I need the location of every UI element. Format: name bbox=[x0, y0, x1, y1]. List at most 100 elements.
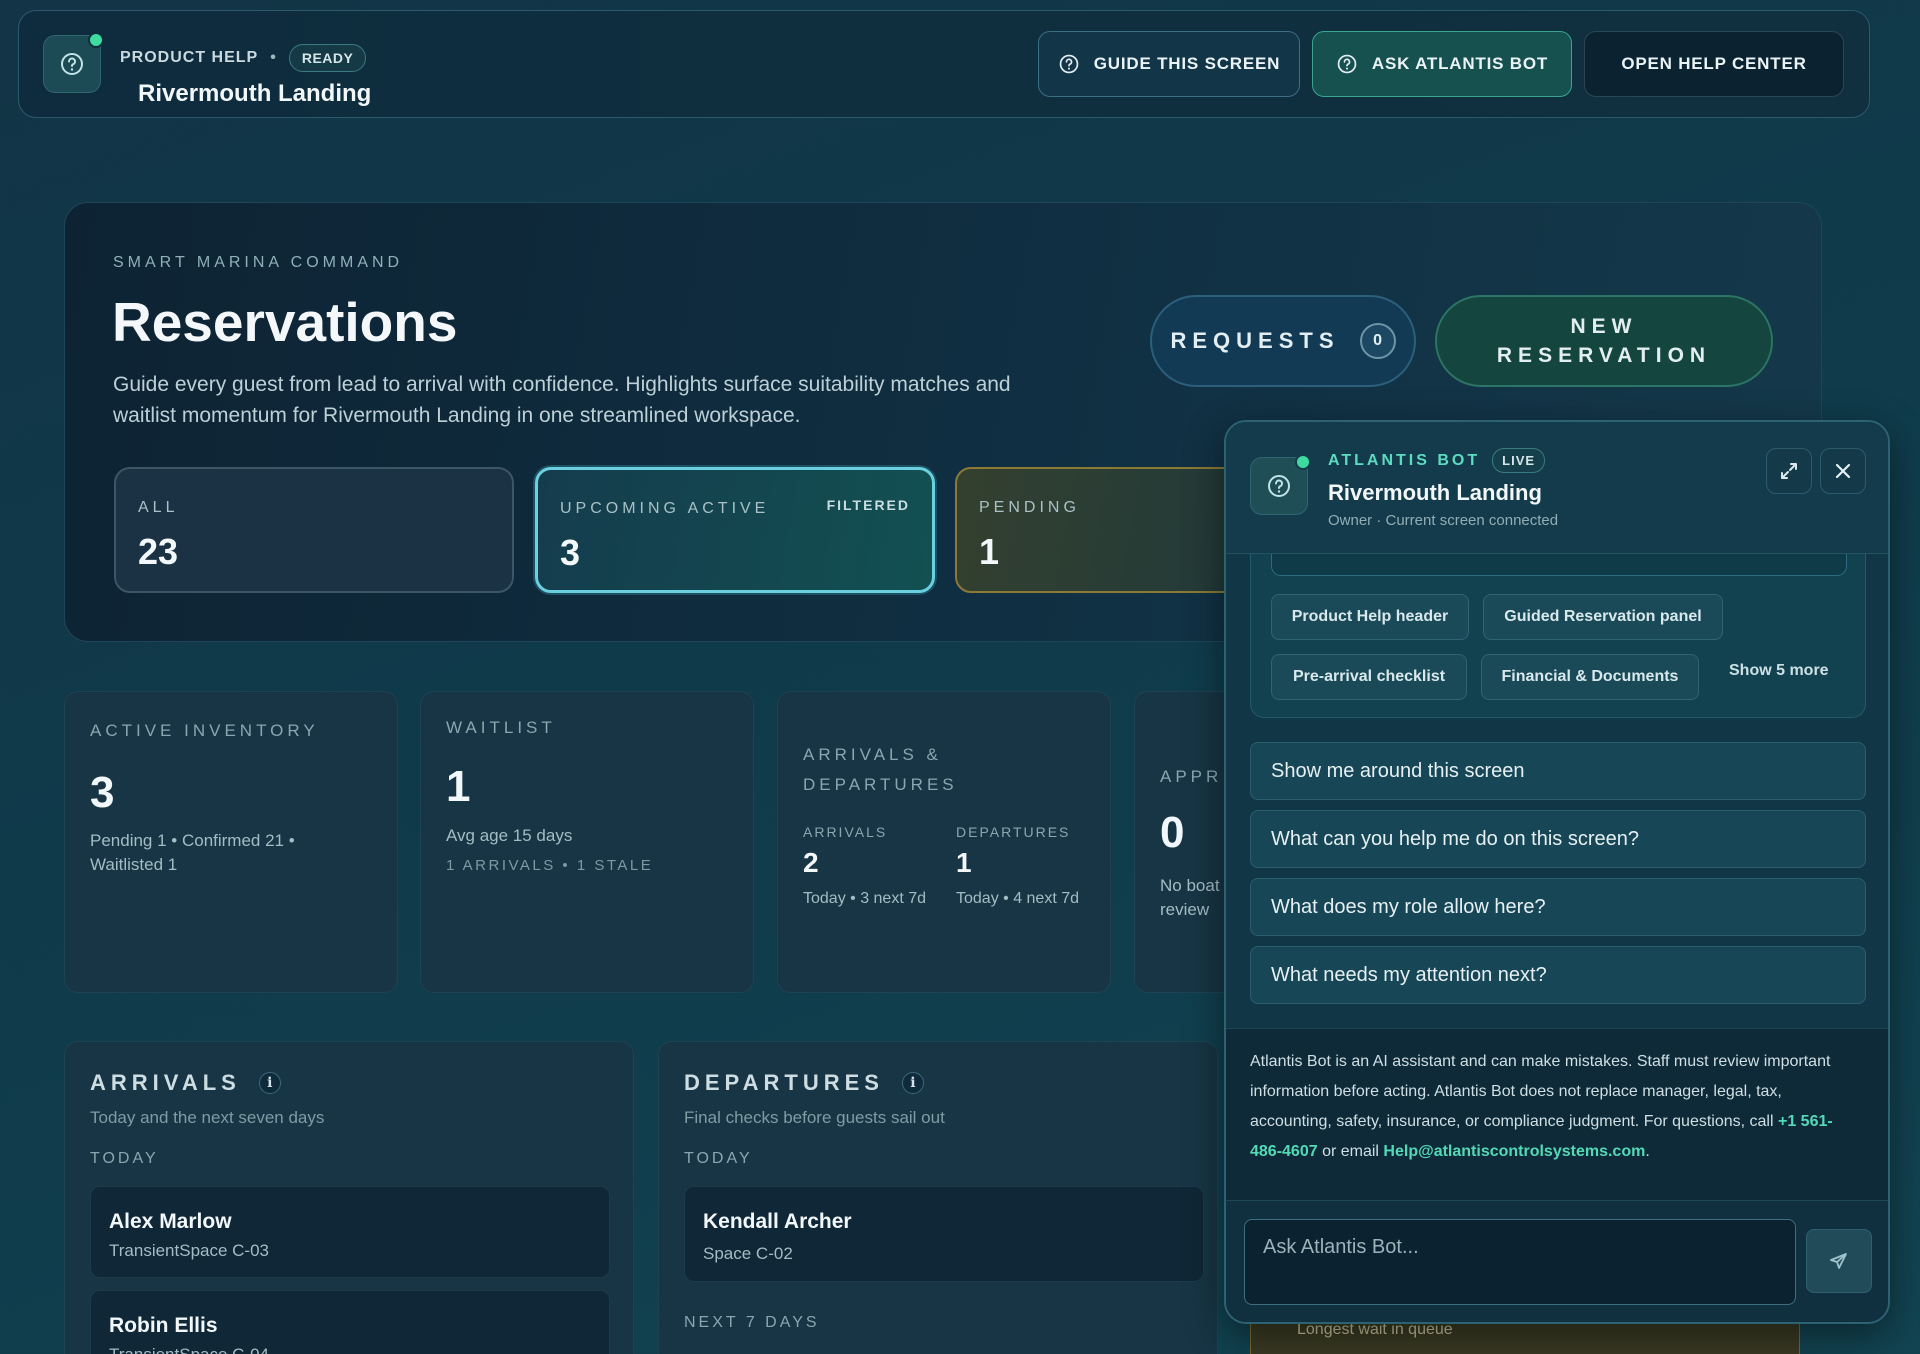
stat-label-line2: DEPARTURES bbox=[803, 775, 958, 794]
context-chip[interactable]: Guided Reservation panel bbox=[1483, 594, 1723, 640]
filter-label: UPCOMING ACTIVE bbox=[560, 500, 770, 517]
online-status-dot bbox=[88, 32, 104, 48]
arrivals-mini-sub: Today • 3 next 7d bbox=[803, 890, 927, 907]
atlantis-bot-panel: ATLANTIS BOT LIVE Rivermouth Landing Own… bbox=[1224, 420, 1890, 1324]
requests-count-badge: 0 bbox=[1359, 323, 1396, 359]
filter-count: 1 bbox=[979, 531, 1000, 572]
requests-button[interactable]: REQUESTS 0 bbox=[1150, 295, 1416, 387]
chat-composer bbox=[1226, 1200, 1888, 1322]
stat-label: WAITLIST bbox=[446, 718, 556, 737]
suggestion-button[interactable]: What can you help me do on this screen? bbox=[1250, 810, 1866, 868]
panel-title: ARRIVALS i bbox=[90, 1070, 281, 1096]
screen-context-panel: Product Help header Guided Reservation p… bbox=[1250, 554, 1866, 718]
new-reservation-label-line2: RESERVATION bbox=[1496, 344, 1712, 367]
stat-label: APPR bbox=[1160, 767, 1223, 786]
close-icon[interactable] bbox=[1820, 448, 1866, 494]
list-item[interactable]: Kendall Archer Space C-02 bbox=[684, 1186, 1204, 1282]
open-help-center-label: OPEN HELP CENTER bbox=[1621, 54, 1807, 73]
filtered-tag: FILTERED bbox=[826, 497, 910, 513]
panel-subtitle: Today and the next seven days bbox=[90, 1108, 325, 1127]
context-chip[interactable]: Financial & Documents bbox=[1481, 654, 1699, 700]
section-label-next-7-days: NEXT 7 DAYS bbox=[684, 1314, 820, 1331]
header-separator: • bbox=[270, 49, 277, 66]
guest-name: Kendall Archer bbox=[703, 1210, 852, 1233]
active-inventory-card: ACTIVE INVENTORY 3 Pending 1 • Confirmed… bbox=[64, 691, 398, 993]
header-kicker: PRODUCT HELP • READY bbox=[120, 44, 367, 72]
guest-name: Robin Ellis bbox=[109, 1314, 218, 1337]
filter-pending[interactable]: PENDING 1 bbox=[955, 467, 1245, 593]
departures-mini-sub: Today • 4 next 7d bbox=[956, 890, 1080, 907]
help-circle-icon bbox=[1250, 454, 1311, 515]
chat-kicker-label: ATLANTIS BOT bbox=[1328, 451, 1481, 469]
chat-kicker: ATLANTIS BOT LIVE bbox=[1328, 448, 1546, 473]
list-item[interactable]: Robin Ellis TransientSpace C-04 bbox=[90, 1290, 610, 1354]
filter-count: 23 bbox=[138, 531, 179, 572]
waitlist-card: WAITLIST 1 Avg age 15 days 1 ARRIVALS • … bbox=[420, 691, 754, 993]
ask-button-label: ASK ATLANTIS BOT bbox=[1371, 54, 1549, 73]
chat-subtitle: Owner · Current screen connected bbox=[1328, 512, 1559, 529]
filter-upcoming-active[interactable]: UPCOMING ACTIVE FILTERED 3 bbox=[535, 467, 935, 593]
arrivals-panel: ARRIVALS i Today and the next seven days… bbox=[64, 1041, 634, 1354]
header-kicker-label: PRODUCT HELP bbox=[120, 49, 259, 66]
context-scroll-edge bbox=[1271, 554, 1847, 576]
arrivals-departures-card: ARRIVALS & DEPARTURES ARRIVALS 2 Today •… bbox=[777, 691, 1111, 993]
send-icon bbox=[1830, 1253, 1847, 1269]
section-label-today: TODAY bbox=[684, 1150, 753, 1167]
product-help-header: PRODUCT HELP • READY Rivermouth Landing … bbox=[18, 10, 1870, 118]
guest-space: Space C-02 bbox=[703, 1244, 793, 1263]
stat-value: 3 bbox=[90, 768, 115, 817]
chat-header: ATLANTIS BOT LIVE Rivermouth Landing Own… bbox=[1226, 422, 1888, 554]
hero-kicker: SMART MARINA COMMAND bbox=[113, 254, 404, 271]
context-chip[interactable]: Product Help header bbox=[1271, 594, 1469, 640]
stat-subtext-line2: review bbox=[1160, 900, 1210, 919]
stat-label: ACTIVE INVENTORY bbox=[90, 721, 319, 740]
page-description: Guide every guest from lead to arrival w… bbox=[113, 373, 1011, 427]
suggestion-button[interactable]: Show me around this screen bbox=[1250, 742, 1866, 800]
help-circle-icon bbox=[43, 32, 104, 93]
info-icon[interactable]: i bbox=[258, 1072, 281, 1094]
help-circle-icon bbox=[1337, 54, 1357, 74]
new-reservation-button[interactable]: NEW RESERVATION bbox=[1435, 295, 1773, 387]
show-more-link[interactable]: Show 5 more bbox=[1729, 662, 1829, 680]
filter-label: ALL bbox=[138, 499, 179, 516]
online-status-dot bbox=[1295, 454, 1311, 470]
guide-this-screen-button[interactable]: GUIDE THIS SCREEN bbox=[1038, 31, 1300, 97]
open-help-center-button[interactable]: OPEN HELP CENTER bbox=[1584, 31, 1844, 97]
stat-label-line1: ARRIVALS & bbox=[803, 745, 942, 764]
context-chip[interactable]: Pre-arrival checklist bbox=[1271, 654, 1467, 700]
list-item[interactable]: Alex Marlow TransientSpace C-03 bbox=[90, 1186, 610, 1278]
status-badge: READY bbox=[288, 44, 367, 72]
guide-button-label: GUIDE THIS SCREEN bbox=[1093, 54, 1281, 73]
disclaimer-text: or email bbox=[1317, 1143, 1384, 1160]
filter-all[interactable]: ALL 23 bbox=[114, 467, 514, 593]
stat-subtext-line1: No boat bbox=[1160, 876, 1220, 895]
arrivals-mini-label: ARRIVALS bbox=[803, 824, 888, 840]
info-icon[interactable]: i bbox=[901, 1072, 924, 1094]
arrivals-mini-value: 2 bbox=[803, 847, 819, 878]
expand-icon[interactable] bbox=[1766, 448, 1812, 494]
help-circle-icon bbox=[1059, 54, 1079, 74]
suggestion-button[interactable]: What needs my attention next? bbox=[1250, 946, 1866, 1004]
departures-mini-label: DEPARTURES bbox=[956, 824, 1071, 840]
panel-subtitle: Final checks before guests sail out bbox=[684, 1108, 945, 1127]
suggestion-button[interactable]: What does my role allow here? bbox=[1250, 878, 1866, 936]
arrivals-title: ARRIVALS bbox=[90, 1070, 241, 1095]
panel-title: DEPARTURES i bbox=[684, 1070, 924, 1096]
filter-count: 3 bbox=[560, 532, 581, 573]
section-label-today: TODAY bbox=[90, 1150, 159, 1167]
filter-label: PENDING bbox=[979, 499, 1080, 516]
disclaimer-text: . bbox=[1645, 1143, 1650, 1160]
ai-disclaimer: Atlantis Bot is an AI assistant and can … bbox=[1226, 1028, 1888, 1200]
header-title: Rivermouth Landing bbox=[138, 80, 372, 107]
disclaimer-text: Atlantis Bot is an AI assistant and can … bbox=[1250, 1053, 1831, 1130]
ask-atlantis-bot-button[interactable]: ASK ATLANTIS BOT bbox=[1312, 31, 1572, 97]
departures-mini-value: 1 bbox=[956, 847, 972, 878]
guest-space: TransientSpace C-03 bbox=[109, 1241, 270, 1260]
page-title: Reservations bbox=[112, 291, 458, 353]
guest-name: Alex Marlow bbox=[109, 1210, 232, 1233]
send-button[interactable] bbox=[1806, 1229, 1872, 1293]
support-email-link[interactable]: Help@atlantiscontrolsystems.com bbox=[1383, 1143, 1645, 1160]
departures-title: DEPARTURES bbox=[684, 1070, 884, 1095]
stat-subtext: Avg age 15 days bbox=[446, 826, 573, 845]
chat-input[interactable] bbox=[1244, 1219, 1796, 1305]
